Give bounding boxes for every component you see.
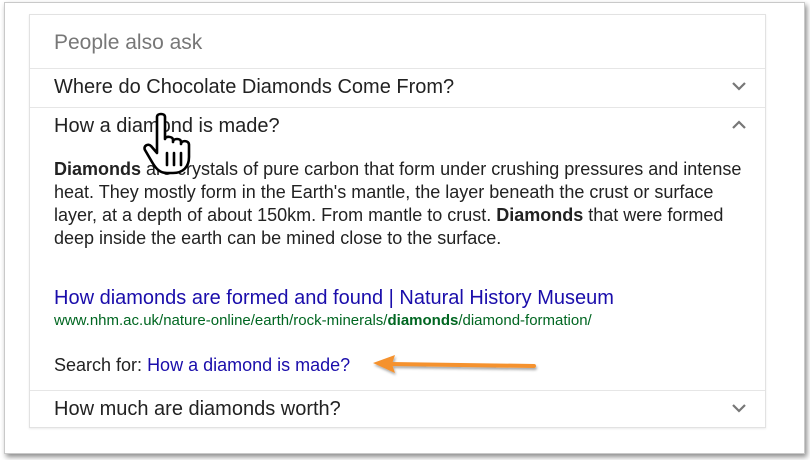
url-prefix: www.nhm.ac.uk/nature-online/earth/rock-m… <box>54 312 388 329</box>
chevron-down-icon[interactable] <box>731 402 747 414</box>
answer-term-2: Diamonds <box>496 205 584 225</box>
question-row-chocolate-diamonds[interactable]: Where do Chocolate Diamonds Come From? <box>30 68 765 106</box>
screenshot-frame: People also ask Where do Chocolate Diamo… <box>4 2 805 454</box>
search-for-row: Search for: How a diamond is made? <box>54 355 350 376</box>
question-label: How much are diamonds worth? <box>54 398 341 420</box>
url-suffix: /diamond-formation/ <box>458 312 592 329</box>
source-url: www.nhm.ac.uk/nature-online/earth/rock-m… <box>54 312 592 329</box>
arrow-icon <box>373 355 536 373</box>
url-bold: diamonds <box>387 312 459 329</box>
chevron-down-icon[interactable] <box>731 80 747 92</box>
chevron-up-icon[interactable] <box>731 119 747 131</box>
search-for-link[interactable]: How a diamond is made? <box>147 355 350 375</box>
question-label: Where do Chocolate Diamonds Come From? <box>54 76 455 98</box>
question-row-diamonds-worth[interactable]: How much are diamonds worth? <box>30 390 765 428</box>
section-heading: People also ask <box>54 31 203 54</box>
hand-cursor-icon <box>143 112 191 175</box>
source-link[interactable]: How diamonds are formed and found | Natu… <box>54 287 614 310</box>
question-row-how-diamond-made[interactable]: How a diamond is made? <box>30 107 765 145</box>
answer-term: Diamonds <box>54 159 142 179</box>
search-for-label: Search for: <box>54 355 143 375</box>
